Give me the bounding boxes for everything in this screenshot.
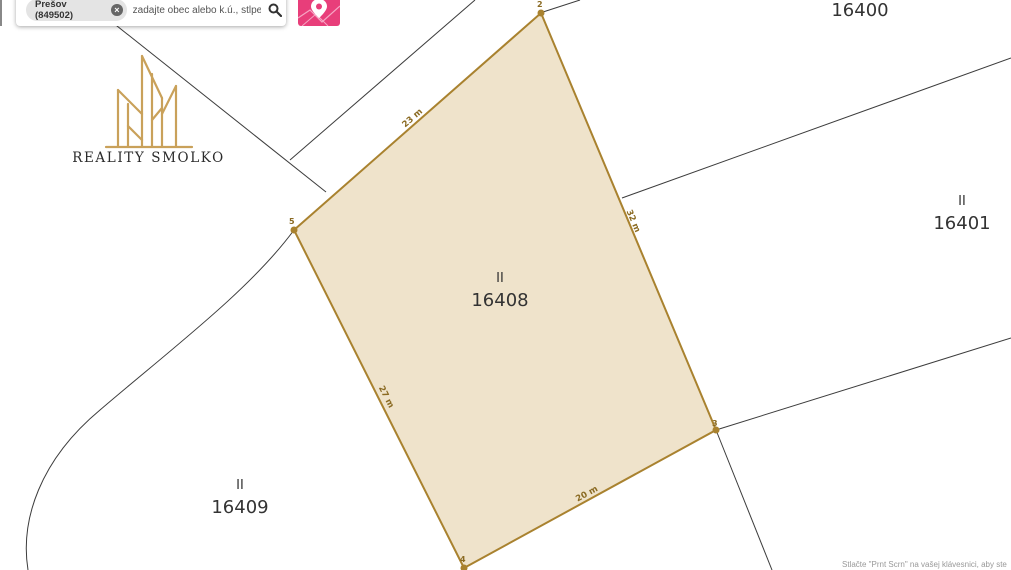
boundary-line	[715, 337, 1011, 431]
parcel-number-label: 16408	[471, 290, 528, 311]
vertex-point[interactable]	[290, 226, 298, 234]
vertex-label: 3	[712, 419, 718, 428]
search-bar: Prešov (849502) ×	[16, 0, 286, 26]
window-edge	[0, 0, 2, 26]
building-logo-icon	[104, 54, 194, 149]
parcel-number-label: 16400	[831, 0, 888, 21]
boundary-line	[715, 429, 773, 570]
location-chip[interactable]: Prešov (849502) ×	[26, 0, 127, 21]
parcel-number-label: 16409	[211, 497, 268, 518]
logo-text: REALITY SMOLKO	[72, 150, 225, 166]
map-view-button[interactable]	[298, 0, 340, 26]
vertex-label: 5	[289, 217, 295, 226]
search-icon	[268, 3, 283, 17]
parcel-type-label: II	[236, 478, 244, 493]
location-chip-label: Prešov (849502)	[35, 0, 74, 21]
parcel-type-label: II	[496, 271, 504, 286]
parcel-type-label: II	[958, 194, 966, 209]
vertex-label: 4	[460, 555, 466, 564]
vertex-label: 2	[537, 0, 543, 9]
reality-smolko-logo: REALITY SMOLKO	[66, 52, 231, 172]
boundary-curve	[25, 229, 295, 570]
boundary-line	[621, 57, 1011, 199]
map-pin-icon	[298, 0, 340, 26]
print-screen-notice: Stlačte "Prnt Scrn" na vašej klávesnici,…	[842, 560, 1007, 569]
boundary-line	[542, 0, 581, 13]
close-icon[interactable]: ×	[111, 4, 123, 16]
search-input[interactable]	[132, 4, 261, 16]
vertex-point[interactable]	[537, 9, 545, 17]
search-button[interactable]	[265, 0, 286, 21]
parcel-number-label: 16401	[933, 213, 990, 234]
